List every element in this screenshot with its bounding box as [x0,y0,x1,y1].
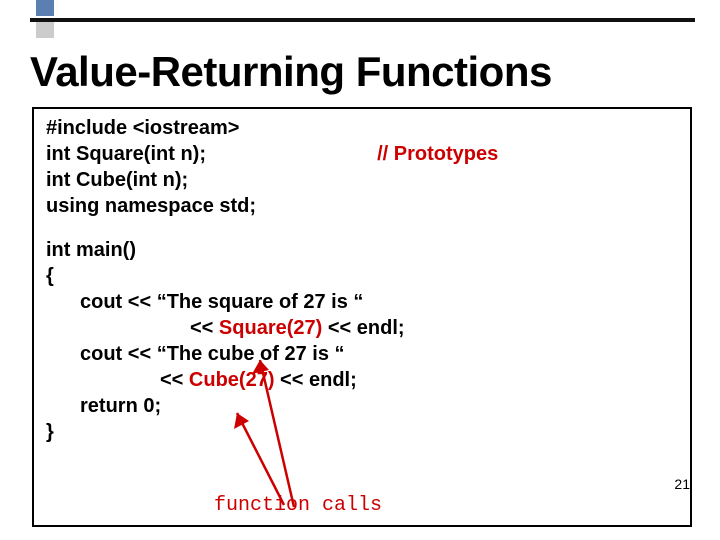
code-text: int Square(int n); [46,143,206,165]
code-line: using namespace std; [46,193,678,219]
code-line: int Square(int n); // Prototypes [46,141,678,167]
flag-blue-decoration [36,0,54,16]
code-line: << Cube(27) << endl; [80,367,678,393]
code-text: << endl; [322,317,404,339]
code-line: cout << “The square of 27 is “ [80,289,678,315]
function-call-cube: Cube(27) [189,369,275,391]
slide-title: Value-Returning Functions [30,48,552,96]
code-line: cout << “The cube of 27 is “ [80,341,678,367]
top-horizontal-rule [30,18,695,22]
code-line: } [46,419,678,445]
code-block: #include <iostream> int Square(int n); /… [32,107,692,527]
code-line: #include <iostream> [46,115,678,141]
code-line: return 0; [80,393,678,419]
flag-grey-decoration [36,22,54,38]
code-line: { [46,263,678,289]
code-text: << [160,369,189,391]
comment-prototypes: // Prototypes [377,143,498,165]
function-call-square: Square(27) [219,317,322,339]
code-text: << [190,317,219,339]
code-line: int main() [46,237,678,263]
code-line: << Square(27) << endl; [80,315,678,341]
annotation-function-calls: function calls [214,493,382,519]
code-text: << endl; [275,369,357,391]
page-number: 21 [674,476,690,492]
code-line: int Cube(int n); [46,167,678,193]
